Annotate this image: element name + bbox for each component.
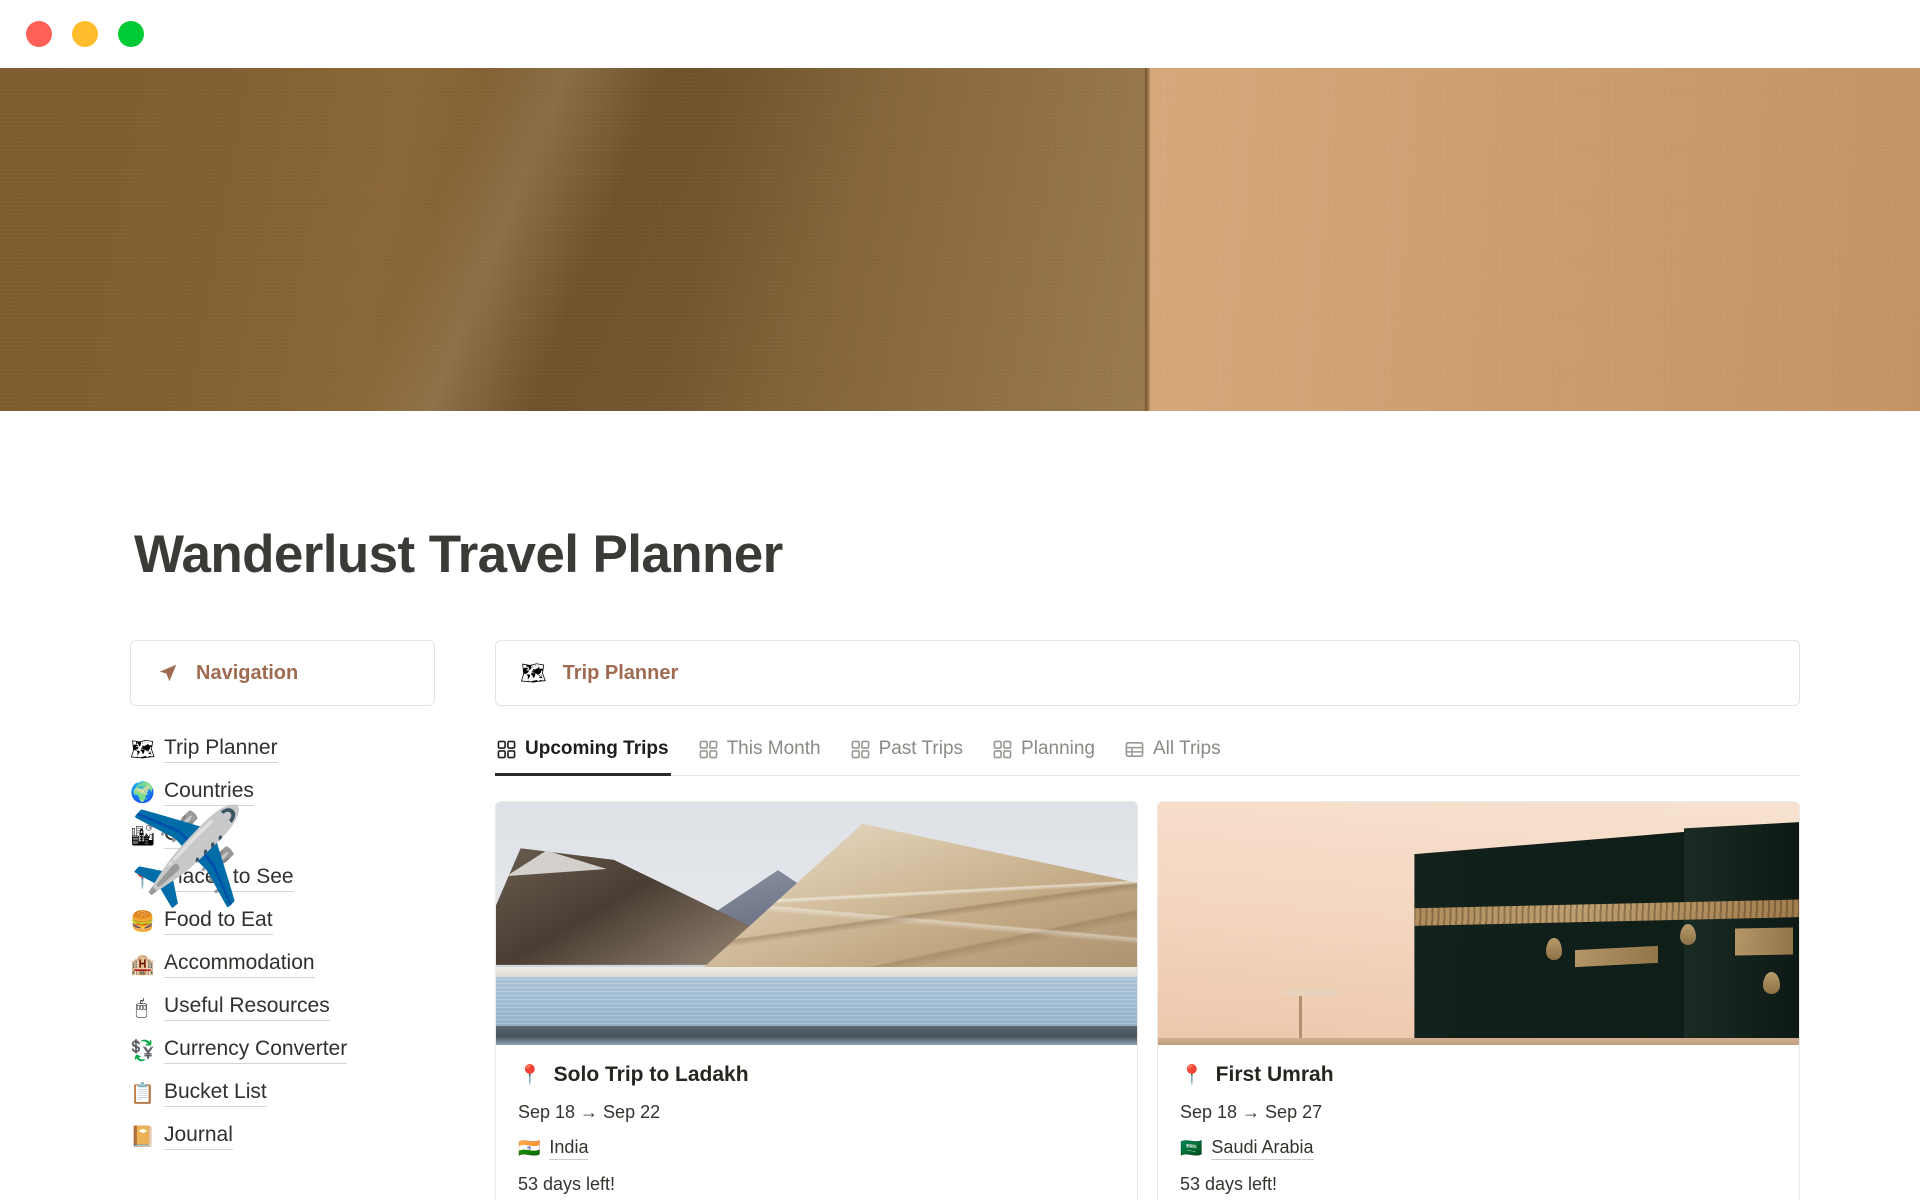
trip-card-title: Solo Trip to Ladakh xyxy=(553,1063,749,1086)
sidebar-item-trip-planner[interactable]: 🗺 Trip Planner xyxy=(130,728,435,771)
page-content: ✈️ Wanderlust Travel Planner Navigation … xyxy=(0,524,1920,1200)
lake xyxy=(496,976,1137,1029)
view-tabs: Upcoming Trips This Month Past Trips Pla… xyxy=(495,734,1800,776)
globe-plane-icon: 🗺 xyxy=(520,661,547,685)
tab-planning[interactable]: Planning xyxy=(991,734,1097,776)
database-title: Trip Planner xyxy=(562,661,679,684)
flag-icon: 🇸🇦 xyxy=(1180,1138,1203,1158)
kiswah-medallion xyxy=(1763,972,1780,994)
trip-card-dates: Sep 18 → Sep 27 xyxy=(1180,1102,1323,1122)
table-icon xyxy=(1125,740,1144,759)
sidebar-item-bucket-list[interactable]: 📋 Bucket List xyxy=(130,1072,435,1115)
foreground-bank xyxy=(496,1025,1137,1045)
tab-label: Past Trips xyxy=(878,738,964,759)
clipboard-heart-icon: 📋 xyxy=(130,1082,155,1105)
tab-label: All Trips xyxy=(1153,738,1221,759)
sidebar-item-label: Currency Converter xyxy=(164,1037,348,1065)
sidebar-item-accommodation[interactable]: 🏨 Accommodation xyxy=(130,943,435,986)
navigation-card-title: Navigation xyxy=(196,661,299,684)
globe-cursor-icon: 🖱 xyxy=(135,996,148,1019)
journal-plane-icon: 📔 xyxy=(130,1125,155,1148)
hamburger-icon: 🍔 xyxy=(130,910,155,933)
sidebar-item-useful-resources[interactable]: 🖱 Useful Resources xyxy=(130,986,435,1029)
page-icon[interactable]: ✈️ xyxy=(128,810,245,904)
navigation-arrow-icon xyxy=(157,662,179,684)
sidebar-item-label: Countries xyxy=(164,779,254,807)
gallery-icon xyxy=(993,740,1012,759)
ground xyxy=(1158,1037,1799,1045)
minimize-window-button[interactable] xyxy=(72,21,98,47)
page-cover-image[interactable] xyxy=(0,68,1920,411)
tab-past-trips[interactable]: Past Trips xyxy=(849,734,965,776)
trip-card-image-kaaba xyxy=(1158,802,1799,1045)
sidebar-item-journal[interactable]: 📔 Journal xyxy=(130,1115,435,1158)
tab-this-month[interactable]: This Month xyxy=(697,734,823,776)
gallery-icon xyxy=(699,740,718,759)
trip-card-image-ladakh xyxy=(496,802,1137,1045)
globe-plane-icon: 🗺 xyxy=(130,738,156,761)
map-pin-icon: 📍 xyxy=(1180,1064,1204,1086)
sidebar-item-label: Accommodation xyxy=(164,951,315,979)
flag-icon: 🇮🇳 xyxy=(518,1138,541,1158)
gallery-icon xyxy=(851,740,870,759)
sidebar-item-label: Journal xyxy=(164,1123,233,1151)
trip-card-title-row: 📍 First Umrah xyxy=(1180,1063,1777,1087)
tab-label: This Month xyxy=(726,738,821,759)
trip-card-country[interactable]: India xyxy=(549,1137,589,1160)
trip-card-days-left: 53 days left! xyxy=(518,1174,616,1194)
light-pole-lamp xyxy=(1281,989,1339,997)
trip-card-body: 📍 Solo Trip to Ladakh Sep 18 → Sep 22 🇮🇳… xyxy=(496,1045,1137,1200)
globe-icon: 🌍 xyxy=(130,781,155,804)
trip-card-days-left: 53 days left! xyxy=(1180,1174,1278,1194)
sidebar-item-label: Useful Resources xyxy=(164,994,330,1022)
tab-label: Planning xyxy=(1021,738,1095,759)
trip-card-body: 📍 First Umrah Sep 18 → Sep 27 🇸🇦 Saudi A… xyxy=(1158,1045,1799,1200)
map-pin-icon: 📍 xyxy=(518,1064,542,1086)
sidebar-item-label: Trip Planner xyxy=(164,736,278,764)
trip-card[interactable]: 📍 First Umrah Sep 18 → Sep 27 🇸🇦 Saudi A… xyxy=(1157,801,1800,1200)
sidebar-item-label: Food to Eat xyxy=(164,908,273,936)
trip-card-country[interactable]: Saudi Arabia xyxy=(1211,1137,1314,1160)
currency-exchange-icon: 💱 xyxy=(130,1039,155,1062)
page-title: Wanderlust Travel Planner xyxy=(134,525,783,584)
trip-gallery: 📍 Solo Trip to Ladakh Sep 18 → Sep 22 🇮🇳… xyxy=(495,801,1800,1200)
trip-card-country-row: 🇮🇳 India xyxy=(518,1137,1115,1160)
sidebar-item-label: Bucket List xyxy=(164,1080,267,1108)
trip-card-dates: Sep 18 → Sep 22 xyxy=(518,1102,661,1122)
trip-card-title: First Umrah xyxy=(1215,1063,1334,1086)
kiswah-plate xyxy=(1734,927,1793,956)
gallery-icon xyxy=(497,740,516,759)
traffic-lights xyxy=(26,21,144,47)
navigation-sidebar: Navigation 🗺 Trip Planner 🌍 Countries 🏙 … xyxy=(130,640,435,1200)
page-columns: Navigation 🗺 Trip Planner 🌍 Countries 🏙 … xyxy=(130,640,1920,1200)
kiswah-medallion xyxy=(1546,938,1562,960)
main-content: 🗺 Trip Planner Upcoming Trips This Month… xyxy=(495,640,1800,1200)
trip-card-title-row: 📍 Solo Trip to Ladakh xyxy=(518,1063,1115,1087)
maximize-window-button[interactable] xyxy=(118,21,144,47)
tab-all-trips[interactable]: All Trips xyxy=(1123,734,1223,776)
database-header-card[interactable]: 🗺 Trip Planner xyxy=(495,640,1800,706)
trip-card-country-row: 🇸🇦 Saudi Arabia xyxy=(1180,1137,1777,1160)
tab-label: Upcoming Trips xyxy=(525,738,669,759)
navigation-header-card[interactable]: Navigation xyxy=(130,640,435,706)
hotel-icon: 🏨 xyxy=(130,953,155,976)
navigation-list: 🗺 Trip Planner 🌍 Countries 🏙 Cities 📍 Pl… xyxy=(130,728,435,1158)
cover-texture xyxy=(0,68,1920,411)
sidebar-item-currency-converter[interactable]: 💱 Currency Converter xyxy=(130,1029,435,1072)
trip-card[interactable]: 📍 Solo Trip to Ladakh Sep 18 → Sep 22 🇮🇳… xyxy=(495,801,1138,1200)
close-window-button[interactable] xyxy=(26,21,52,47)
tab-upcoming-trips[interactable]: Upcoming Trips xyxy=(495,734,671,776)
window-title-bar xyxy=(0,0,1920,68)
